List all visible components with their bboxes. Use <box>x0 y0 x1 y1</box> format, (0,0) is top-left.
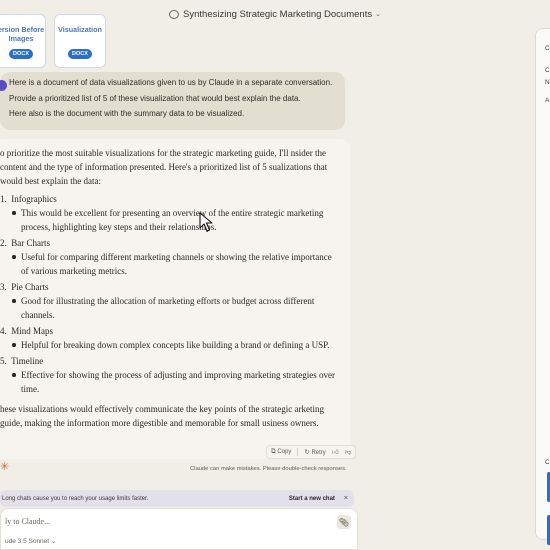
list-item: 4. Mind Maps Helpful for breaking down c… <box>0 324 340 352</box>
list-item: 1. Infographics This would be excellent … <box>0 192 340 234</box>
paperclip-icon[interactable]: 📎︎ <box>337 515 351 529</box>
docx-badge: DOCX <box>9 49 33 59</box>
model-selector[interactable]: ude 3.5 Sonnet ⌄ <box>5 537 56 545</box>
disclaimer-text: Claude can make mistakes. Please double-… <box>190 466 347 472</box>
side-panel-text: C <box>545 45 550 52</box>
item-title: Infographics <box>11 194 57 204</box>
artifact-side-panel: C C N A C <box>535 28 550 545</box>
assistant-reply: o prioritize the most suitable visualiza… <box>0 139 350 459</box>
item-bullet: Useful for comparing different marketing… <box>10 250 340 278</box>
retry-button[interactable]: ↻ Retry <box>304 448 325 456</box>
copy-button[interactable]: ⧉ Copy <box>271 448 291 456</box>
item-bullet: Helpful for breaking down complex concep… <box>10 338 340 352</box>
reply-actions: ⧉ Copy ↻ Retry 👍︎ 👎︎ <box>266 445 357 459</box>
item-title: Bar Charts <box>11 238 50 248</box>
item-title: Pie Charts <box>11 282 49 292</box>
chevron-down-icon[interactable]: ⌄ <box>375 10 381 18</box>
user-message-line: Here also is the document with the summa… <box>9 109 245 118</box>
attachment-title: Visualization <box>58 25 102 34</box>
reply-closing: hese visualizations would effectively co… <box>0 404 324 428</box>
list-item: 2. Bar Charts Useful for comparing diffe… <box>0 236 340 278</box>
reply-intro: o prioritize the most suitable visualiza… <box>0 148 328 186</box>
item-bullet: Good for illustrating the allocation of … <box>10 294 340 322</box>
user-avatar <box>0 80 7 91</box>
item-bullet: Effective for showing the process of adj… <box>10 368 340 396</box>
message-composer[interactable]: ly to Claude... ude 3.5 Sonnet ⌄ 📎︎ <box>0 508 358 550</box>
attachment-list: ersion Before Images DOCX Visualization … <box>0 14 106 68</box>
close-icon[interactable]: × <box>344 495 348 502</box>
thumbs-down-icon[interactable]: 👎︎ <box>345 448 352 456</box>
user-message: Here is a document of data visualization… <box>0 72 345 130</box>
side-panel-text: A <box>545 97 550 104</box>
attachment-card[interactable]: Visualization DOCX <box>54 14 106 68</box>
list-item: 5. Timeline Effective for showing the pr… <box>0 354 340 396</box>
side-panel-text: N <box>545 79 550 86</box>
user-message-line: Here is a document of data visualization… <box>9 78 333 87</box>
thumbs-up-icon[interactable]: 👍︎ <box>332 448 339 456</box>
usage-limit-banner: Long chats cause you to reach your usage… <box>0 490 354 507</box>
visualization-list: 1. Infographics This would be excellent … <box>0 192 340 396</box>
user-message-line: Provide a prioritized list of 5 of these… <box>9 93 301 103</box>
list-item: 3. Pie Charts Good for illustrating the … <box>0 280 340 322</box>
item-bullet: This would be excellent for presenting a… <box>10 206 340 234</box>
item-title: Mind Maps <box>11 326 54 336</box>
divider <box>297 448 299 456</box>
copy-icon: ⧉ <box>271 448 276 455</box>
side-panel-text: C <box>545 67 550 74</box>
start-new-chat-link[interactable]: Start a new chat <box>289 496 335 502</box>
docx-badge: DOCX <box>68 49 92 59</box>
claude-spark-icon: ✳ <box>0 461 10 473</box>
side-panel-text: C <box>545 459 550 466</box>
usage-banner-text: Long chats cause you to reach your usage… <box>2 495 149 502</box>
retry-icon: ↻ <box>304 449 310 456</box>
attachment-card[interactable]: ersion Before Images DOCX <box>0 14 46 68</box>
attachment-title: ersion Before Images <box>0 25 45 43</box>
chat-bubble-icon <box>169 9 180 19</box>
mouse-cursor-icon <box>199 212 213 232</box>
composer-placeholder[interactable]: ly to Claude... <box>5 517 50 526</box>
item-title: Timeline <box>11 356 44 366</box>
chat-title[interactable]: Synthesizing Strategic Marketing Documen… <box>183 9 372 20</box>
